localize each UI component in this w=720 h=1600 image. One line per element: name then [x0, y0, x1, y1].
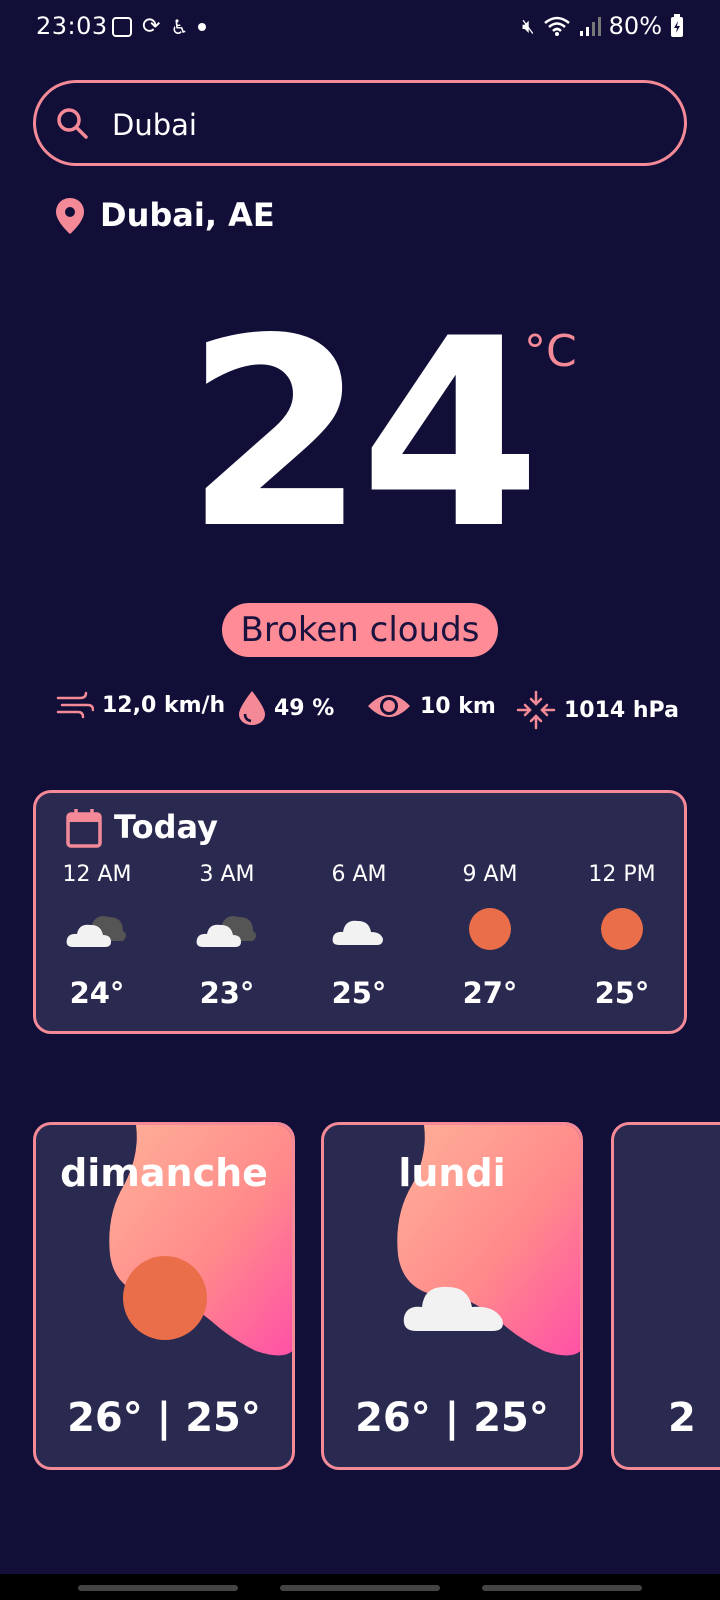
today-title: Today — [114, 808, 218, 846]
humidity-stat: 49 % — [238, 690, 334, 726]
hour-time: 6 AM — [331, 862, 387, 887]
wind-stat: 12,0 km/h — [56, 690, 225, 720]
eye-icon — [368, 695, 410, 717]
hourly-item: 6 AM 25° — [299, 862, 419, 1010]
day-name: dimanche — [60, 1151, 268, 1195]
battery-percent: 80% — [608, 12, 662, 40]
status-icons-right: 🔇︎ 80% — [522, 12, 684, 40]
hour-temp: 27° — [462, 976, 518, 1010]
visibility-stat: 10 km — [366, 690, 496, 722]
location-label: Dubai, AE — [100, 196, 275, 234]
hour-time: 9 AM — [462, 862, 518, 887]
image-icon — [112, 16, 132, 37]
hourly-item: 3 AM 23° — [167, 862, 287, 1010]
dark-cloud-icon — [66, 916, 126, 947]
current-temperature: 24 — [185, 284, 541, 586]
search-bar[interactable] — [33, 80, 687, 166]
search-icon[interactable] — [56, 107, 90, 141]
hourly-item: 12 AM 24° — [37, 862, 157, 1010]
calendar-icon — [66, 809, 102, 848]
pressure-icon — [516, 690, 556, 730]
mute-icon: 🔇︎ — [522, 14, 535, 38]
pressure-value: 1014 hPa — [564, 697, 679, 723]
humidity-drop-icon — [239, 691, 265, 725]
status-time: 23:03 — [36, 12, 108, 40]
day-name: lundi — [398, 1151, 506, 1195]
hourly-item: 12 PM 25° — [562, 862, 682, 1010]
day-temps: 26° | 25° — [355, 1395, 549, 1441]
daily-card[interactable]: lundi 26° | 25° — [321, 1122, 583, 1470]
weather-condition-badge: Broken clouds — [222, 603, 498, 657]
search-input[interactable] — [110, 99, 614, 151]
battery-icon — [671, 14, 683, 37]
recent-apps-button[interactable] — [78, 1585, 238, 1591]
dot-icon — [198, 22, 207, 31]
hour-temp: 24° — [69, 976, 125, 1010]
cloud-icon — [332, 920, 383, 945]
hour-temp: 25° — [331, 976, 387, 1010]
cloud-icon — [403, 1286, 503, 1331]
day-temps: 2 — [668, 1395, 696, 1441]
accessibility-icon: ♿ — [170, 14, 189, 39]
wifi-icon — [543, 16, 570, 36]
temperature-unit: °C — [524, 326, 577, 377]
status-icons-left: ⟳ ♿ — [112, 14, 207, 39]
hourly-item: 9 AM 27° — [430, 862, 550, 1010]
sun-icon — [601, 908, 643, 950]
sun-icon — [469, 908, 511, 950]
back-button[interactable] — [482, 1585, 642, 1591]
humidity-value: 49 % — [274, 695, 335, 721]
dark-cloud-icon — [196, 916, 256, 947]
wind-icon — [56, 691, 94, 719]
daily-card[interactable]: dimanche 26° | 25° — [33, 1122, 295, 1470]
hour-time: 12 AM — [62, 862, 132, 887]
visibility-value: 10 km — [420, 693, 496, 719]
hour-temp: 25° — [594, 976, 650, 1010]
wind-value: 12,0 km/h — [102, 692, 226, 718]
location-pin-icon — [56, 198, 84, 234]
day-temps: 26° | 25° — [67, 1395, 261, 1441]
hour-temp: 23° — [199, 976, 255, 1010]
daily-card[interactable]: 2 — [611, 1122, 720, 1470]
pressure-stat: 1014 hPa — [516, 690, 679, 730]
hour-time: 3 AM — [199, 862, 255, 887]
sun-icon — [123, 1256, 207, 1340]
home-button[interactable] — [280, 1585, 440, 1591]
signal-icon — [579, 17, 601, 36]
hour-time: 12 PM — [588, 862, 656, 887]
sync-icon: ⟳ — [142, 14, 161, 39]
